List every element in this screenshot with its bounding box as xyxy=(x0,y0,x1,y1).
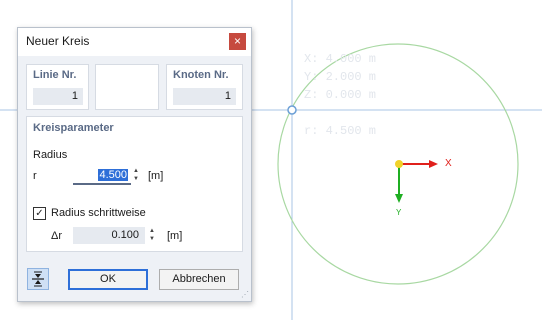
cancel-button[interactable]: Abbrechen xyxy=(159,269,239,290)
middle-panel xyxy=(95,64,159,110)
kreisparameter-header: Kreisparameter xyxy=(33,122,114,134)
radius-schrittweise-label[interactable]: Radius schrittweise xyxy=(51,207,146,219)
delta-r-unit: [m] xyxy=(167,230,183,242)
close-button[interactable]: × xyxy=(229,33,246,50)
delta-r-spinner[interactable]: ▲ ▼ xyxy=(147,227,157,245)
coord-r-readout: r: 4.500 m xyxy=(304,124,377,138)
knoten-panel: Knoten Nr. 1 xyxy=(166,64,243,110)
knoten-header: Knoten Nr. xyxy=(173,69,229,81)
coord-y-readout: Y: 2.000 m xyxy=(304,70,377,84)
radius-spinner[interactable]: ▲ ▼ xyxy=(131,167,141,185)
linie-panel: Linie Nr. 1 xyxy=(26,64,89,110)
coord-z-readout: Z: 0.000 m xyxy=(304,88,377,102)
ok-button[interactable]: OK xyxy=(68,269,148,290)
linie-header: Linie Nr. xyxy=(33,69,77,81)
dialog-titlebar[interactable]: Neuer Kreis × xyxy=(18,28,251,56)
linie-number-field: 1 xyxy=(33,88,83,105)
origin-icon xyxy=(395,160,403,168)
y-axis-label: Y xyxy=(396,208,402,217)
resize-grip-icon[interactable]: ⋰ xyxy=(241,291,249,299)
dialog-title: Neuer Kreis xyxy=(26,34,90,48)
radius-label: Radius xyxy=(33,149,68,161)
radius-unit: [m] xyxy=(148,170,164,182)
radius-schrittweise-checkbox[interactable]: ✓ xyxy=(33,207,46,220)
radius-value: 4.500 xyxy=(98,169,128,181)
delta-r-input[interactable]: 0.100 xyxy=(73,227,145,244)
knoten-number-field: 1 xyxy=(173,88,236,105)
new-circle-dialog: Neuer Kreis × Linie Nr. 1 Knoten Nr. 1 K… xyxy=(17,27,252,302)
r-label: r xyxy=(33,170,37,182)
radius-input[interactable]: 4.500 xyxy=(73,167,131,185)
insert-icon xyxy=(32,271,44,287)
kreisparameter-panel: Kreisparameter Radius r 4.500 ▲ ▼ [m] ✓ R… xyxy=(26,116,243,252)
x-axis-arrow-icon xyxy=(399,160,438,168)
coord-x-readout: X: 4.000 m xyxy=(304,52,377,66)
x-axis-label: X xyxy=(445,158,452,169)
snap-point-icon xyxy=(287,105,297,115)
delta-r-label: Δr xyxy=(51,230,63,242)
y-axis-arrow-icon xyxy=(395,164,403,203)
insert-icon-button[interactable] xyxy=(27,268,49,290)
